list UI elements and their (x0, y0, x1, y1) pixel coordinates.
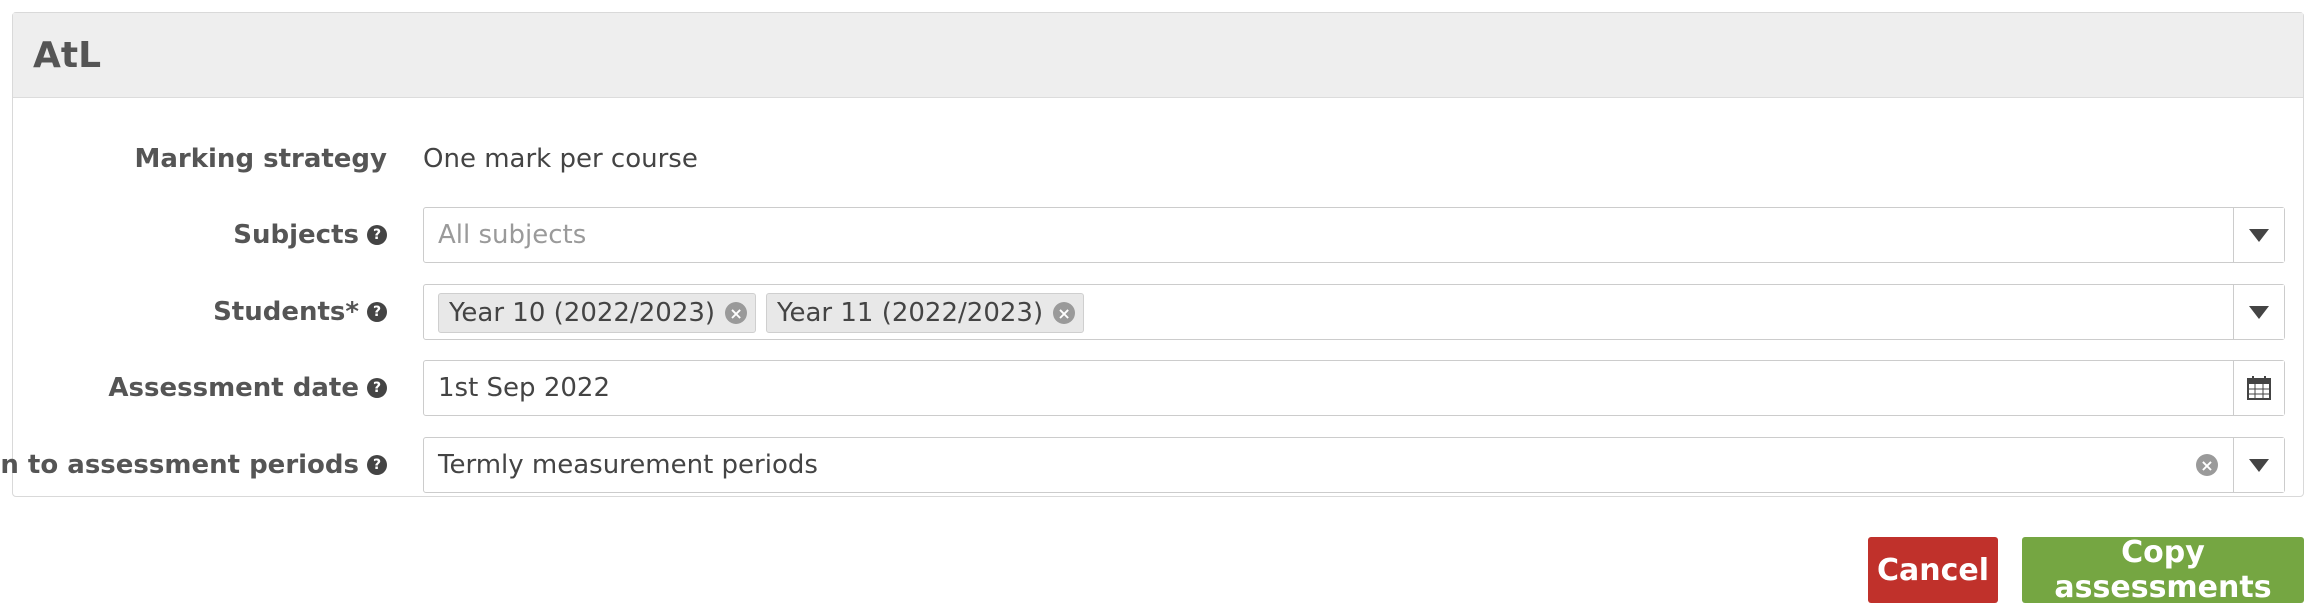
subjects-placeholder: All subjects (438, 220, 587, 250)
question-circle-icon[interactable]: ? (367, 302, 387, 322)
cancel-button[interactable]: Cancel (1868, 537, 1998, 603)
assessment-periods-row: Align to assessment periods ? Termly mea… (0, 436, 2303, 494)
students-row: Students* ? Year 10 (2022/2023) × Year 1… (13, 283, 2303, 341)
marking-strategy-row: Marking strategy One mark per course (13, 130, 2303, 188)
caret-down-icon (2249, 305, 2269, 319)
assessment-date-value: 1st Sep 2022 (438, 373, 610, 403)
caret-down-icon (2249, 458, 2269, 472)
question-circle-icon[interactable]: ? (367, 378, 387, 398)
panel-title: AtL (33, 34, 102, 76)
assessment-periods-label: Align to assessment periods ? (0, 436, 387, 494)
calendar-button[interactable] (2233, 361, 2284, 415)
student-tag: Year 11 (2022/2023) × (766, 293, 1085, 333)
copy-assessments-button[interactable]: Copy assessments (2022, 535, 2304, 605)
students-tags: Year 10 (2022/2023) × Year 11 (2022/2023… (438, 293, 1085, 333)
assessment-date-row: Assessment date ? 1st Sep 2022 (13, 359, 2303, 417)
assessment-periods-value: Termly measurement periods (438, 450, 818, 480)
students-label: Students* ? (213, 283, 387, 341)
assessment-periods-dropdown-toggle[interactable] (2233, 438, 2284, 492)
calendar-icon (2247, 376, 2271, 400)
times-circle-icon[interactable]: × (2196, 454, 2218, 476)
marking-strategy-label: Marking strategy (134, 144, 387, 174)
subjects-select[interactable]: All subjects (423, 207, 2285, 263)
students-dropdown-toggle[interactable] (2233, 285, 2284, 339)
assessment-periods-select[interactable]: Termly measurement periods × (423, 437, 2285, 493)
subjects-row: Subjects ? All subjects (13, 206, 2303, 264)
question-circle-icon[interactable]: ? (367, 225, 387, 245)
atl-panel: AtL Marking strategy One mark per course… (0, 12, 2304, 497)
student-tag: Year 10 (2022/2023) × (438, 293, 757, 333)
times-circle-icon[interactable]: × (1053, 302, 1076, 324)
times-circle-icon[interactable]: × (725, 302, 748, 324)
students-select[interactable]: Year 10 (2022/2023) × Year 11 (2022/2023… (423, 284, 2285, 340)
question-circle-icon[interactable]: ? (367, 455, 387, 475)
subjects-label: Subjects ? (233, 206, 387, 264)
assessment-date-label: Assessment date ? (108, 359, 387, 417)
caret-down-icon (2249, 228, 2269, 242)
assessment-date-input[interactable]: 1st Sep 2022 (423, 360, 2285, 416)
subjects-dropdown-toggle[interactable] (2233, 208, 2284, 262)
panel-header: AtL (13, 13, 2303, 98)
marking-strategy-value: One mark per course (423, 144, 698, 174)
